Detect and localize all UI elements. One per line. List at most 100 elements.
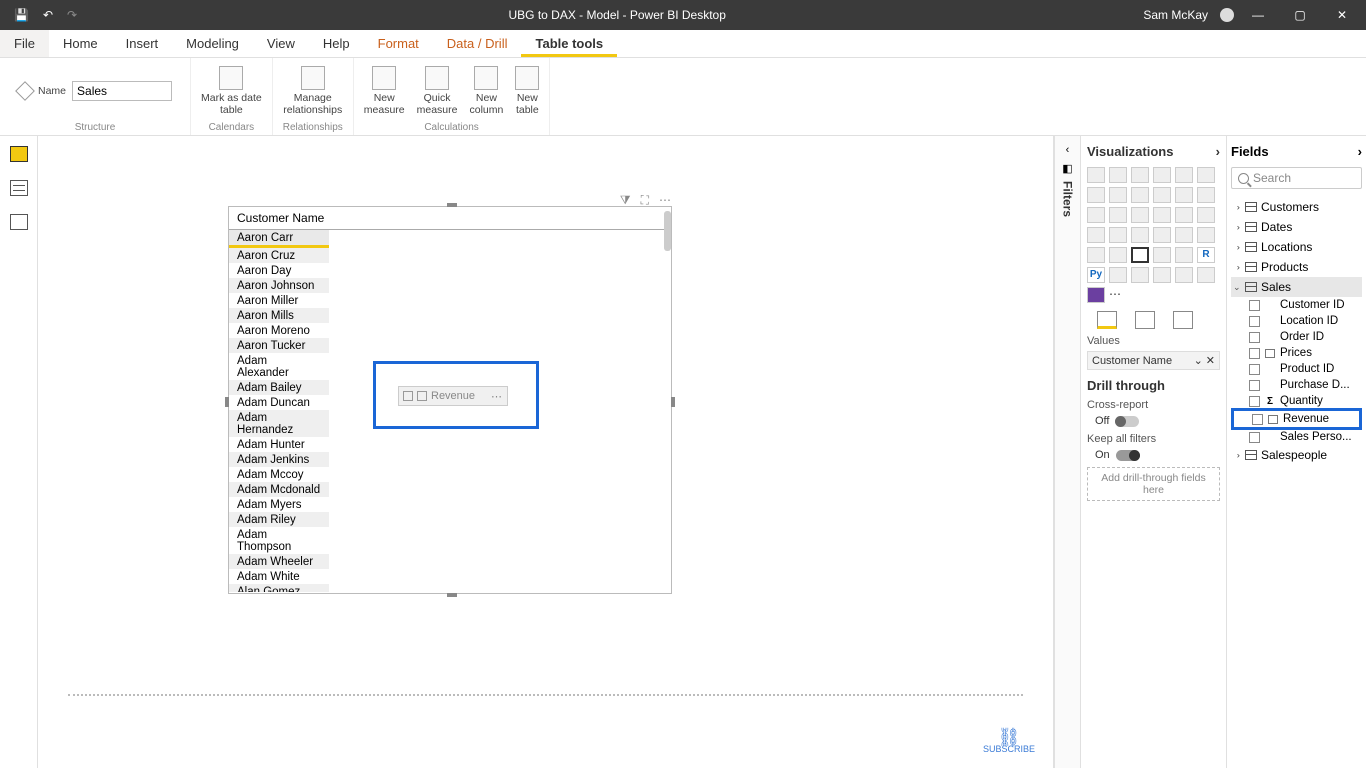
search-input[interactable]: Search — [1231, 167, 1362, 189]
viz-type-icon[interactable]: R — [1197, 247, 1215, 263]
viz-type-icon[interactable] — [1131, 267, 1149, 283]
viz-type-icon[interactable]: Py — [1087, 267, 1105, 283]
checkbox-icon[interactable] — [1249, 380, 1260, 391]
field-prices[interactable]: Prices — [1231, 345, 1362, 361]
quick-measure-button[interactable]: Quick measure — [417, 62, 458, 116]
name-input[interactable] — [72, 81, 172, 101]
scrollbar[interactable] — [664, 211, 671, 251]
subscribe-badge[interactable]: ⛓ SUBSCRIBE — [983, 730, 1035, 754]
table-row[interactable]: Aaron Moreno — [229, 323, 329, 338]
viz-type-icon[interactable] — [1175, 267, 1193, 283]
viz-type-icon[interactable] — [1131, 207, 1149, 223]
checkbox-icon[interactable] — [1249, 348, 1260, 359]
tab-file[interactable]: File — [0, 30, 49, 57]
viz-type-icon[interactable] — [1153, 207, 1171, 223]
table-row[interactable]: Adam Hernandez — [229, 410, 329, 437]
table-row[interactable]: Aaron Cruz — [229, 248, 329, 263]
table-node-customers[interactable]: ⌄Customers — [1231, 197, 1362, 217]
checkbox-icon[interactable] — [1249, 316, 1260, 327]
field-location-id[interactable]: Location ID — [1231, 313, 1362, 329]
viz-type-icon[interactable] — [1109, 247, 1127, 263]
table-row[interactable]: Aaron Day — [229, 263, 329, 278]
viz-type-icon[interactable] — [1197, 207, 1215, 223]
cross-report-toggle[interactable] — [1115, 416, 1139, 427]
report-canvas[interactable]: ⧩ ⛶ ⋯ Customer Name Aaron CarrAaron Cruz… — [38, 136, 1054, 768]
viz-type-icon[interactable] — [1109, 167, 1127, 183]
table-row[interactable]: Aaron Tucker — [229, 338, 329, 353]
redo-icon[interactable]: ↷ — [67, 8, 77, 22]
table-row[interactable]: Adam White — [229, 569, 329, 584]
tab-table-tools[interactable]: Table tools — [521, 30, 617, 57]
table-node-locations[interactable]: ⌄Locations — [1231, 237, 1362, 257]
table-row[interactable]: Adam Thompson — [229, 527, 329, 554]
table-row[interactable]: Adam Hunter — [229, 437, 329, 452]
field-product-id[interactable]: Product ID — [1231, 361, 1362, 377]
table-row[interactable]: Adam Wheeler — [229, 554, 329, 569]
viz-type-icon[interactable] — [1153, 267, 1171, 283]
avatar[interactable] — [1220, 8, 1234, 22]
collapse-icon[interactable]: › — [1216, 144, 1220, 159]
viz-type-icon[interactable] — [1131, 187, 1149, 203]
format-tab[interactable] — [1135, 311, 1155, 329]
viz-type-icon[interactable] — [1087, 187, 1105, 203]
table-node-sales[interactable]: ⌄Sales — [1231, 277, 1362, 297]
viz-type-icon[interactable] — [1153, 167, 1171, 183]
viz-type-icon[interactable] — [1197, 187, 1215, 203]
table-node-dates[interactable]: ⌄Dates — [1231, 217, 1362, 237]
viz-type-icon[interactable] — [1087, 207, 1105, 223]
table-row[interactable]: Aaron Johnson — [229, 278, 329, 293]
tab-format[interactable]: Format — [364, 30, 433, 57]
field-order-id[interactable]: Order ID — [1231, 329, 1362, 345]
viz-type-icon[interactable] — [1175, 227, 1193, 243]
fields-tab[interactable] — [1097, 311, 1117, 329]
minimize-button[interactable]: — — [1240, 0, 1276, 30]
viz-type-icon[interactable] — [1197, 267, 1215, 283]
filter-icon[interactable]: ⧩ — [620, 193, 631, 208]
viz-type-icon[interactable] — [1131, 247, 1149, 263]
table-row[interactable]: Aaron Miller — [229, 293, 329, 308]
table-row[interactable]: Adam Riley — [229, 512, 329, 527]
report-view-icon[interactable] — [10, 146, 28, 162]
table-row[interactable]: Adam Mcdonald — [229, 482, 329, 497]
table-row[interactable]: Adam Alexander — [229, 353, 329, 380]
field-quantity[interactable]: ΣQuantity — [1231, 393, 1362, 409]
new-measure-button[interactable]: New measure — [364, 62, 405, 116]
table-row[interactable]: Adam Mccoy — [229, 467, 329, 482]
mark-as-date-button[interactable]: Mark as date table — [201, 62, 262, 116]
viz-type-icon[interactable]: ⋯ — [1109, 287, 1127, 303]
column-header[interactable]: Customer Name — [229, 207, 671, 230]
chevron-down-icon[interactable]: ⌄ — [1194, 354, 1203, 367]
save-icon[interactable]: 💾 — [14, 8, 29, 22]
viz-type-icon[interactable] — [1153, 227, 1171, 243]
viz-type-icon[interactable] — [1087, 167, 1105, 183]
viz-type-icon[interactable] — [1109, 267, 1127, 283]
data-view-icon[interactable] — [10, 180, 28, 196]
collapse-icon[interactable]: › — [1358, 144, 1362, 159]
viz-type-icon[interactable] — [1175, 167, 1193, 183]
filters-pane-collapsed[interactable]: ‹ ◧ Filters — [1054, 136, 1080, 768]
viz-type-icon[interactable] — [1175, 207, 1193, 223]
keep-filters-toggle[interactable] — [1116, 450, 1140, 461]
table-row[interactable]: Aaron Carr — [229, 230, 329, 248]
viz-type-icon[interactable] — [1197, 227, 1215, 243]
viz-type-icon[interactable] — [1175, 247, 1193, 263]
tab-insert[interactable]: Insert — [112, 30, 173, 57]
drag-field-chip[interactable]: Revenue ⋯ — [398, 386, 508, 406]
table-node-products[interactable]: ⌄Products — [1231, 257, 1362, 277]
new-table-button[interactable]: New table — [515, 62, 539, 116]
expand-filters-icon[interactable]: ‹ — [1066, 144, 1070, 156]
viz-type-icon[interactable] — [1175, 187, 1193, 203]
field-customer-id[interactable]: Customer ID — [1231, 297, 1362, 313]
viz-type-icon[interactable] — [1153, 187, 1171, 203]
undo-icon[interactable]: ↶ — [43, 8, 53, 22]
checkbox-icon[interactable] — [1249, 332, 1260, 343]
tab-view[interactable]: View — [253, 30, 309, 57]
checkbox-icon[interactable] — [1249, 300, 1260, 311]
close-button[interactable]: ✕ — [1324, 0, 1360, 30]
tab-data-drill[interactable]: Data / Drill — [433, 30, 522, 57]
table-row[interactable]: Adam Jenkins — [229, 452, 329, 467]
viz-type-icon[interactable] — [1087, 227, 1105, 243]
table-row[interactable]: Alan Gomez — [229, 584, 329, 592]
checkbox-icon[interactable] — [1249, 432, 1260, 443]
viz-type-icon[interactable] — [1153, 247, 1171, 263]
